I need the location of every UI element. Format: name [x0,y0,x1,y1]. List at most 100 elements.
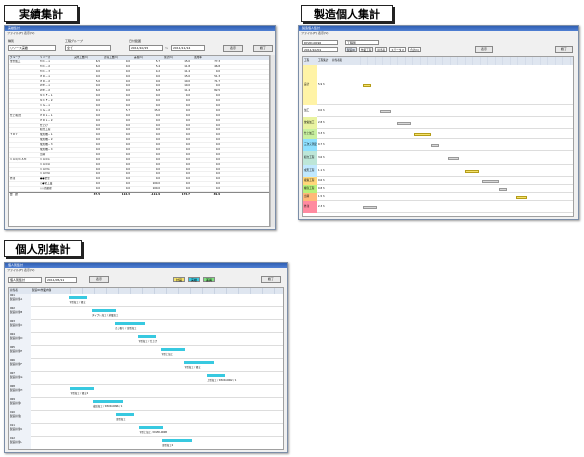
gantt-bar[interactable] [380,109,391,113]
legend: 製造ID 作業工程 担当者 ステータス 合計(h) [345,47,421,52]
table-cell: 0.0 [95,167,100,171]
gantt-bar[interactable] [465,169,479,173]
table-cell [9,143,39,147]
table-cell [9,187,39,191]
person-row: 008 製造担当H 下型加工 / 組立2 [9,385,283,398]
table-cell [9,163,39,167]
group-sum: 0.7 h [318,143,325,146]
code-select[interactable]: DIVID-0096 [302,40,338,45]
table-cell [9,70,39,74]
gantt-bar[interactable] [397,121,411,125]
table-cell: 0.0 [215,133,220,137]
close-button[interactable]: 終了 [555,46,573,53]
show-button[interactable]: 表示 [89,276,109,283]
gantt-bar[interactable] [482,179,499,183]
gantt-group-row: 検査工程 0.6 h [303,177,573,185]
table-cell: 0.0 [95,123,100,127]
actual-bar[interactable] [161,348,185,351]
show-button[interactable]: 表示 [223,45,243,52]
menu-bar[interactable]: ファイル(F) 表示(V) [5,31,275,35]
table-cell: ＮＣＦ－２ [40,99,53,103]
person-name: 001 製造担当A [9,294,31,307]
table-cell: 0.0 [155,123,160,127]
seizou-gantt: 工程 工程集計 担当者名 設計 5.9 h 加工 0.0 h 放電加工 2.8 h 仕上加工… [302,56,574,217]
table-cell: ＣＡＭ① [40,167,51,171]
proc-select[interactable]: 工程別 [345,40,379,45]
menu-bar[interactable]: ファイル(F) 表示(V) [299,31,578,35]
table-cell [9,182,39,186]
table-cell [9,89,39,93]
table-cell: 0.0 [185,99,190,103]
table-cell: 0.0 [185,138,190,142]
close-button[interactable]: 終了 [253,45,273,52]
group-name: 放電加工 [303,117,317,129]
show-button[interactable]: 表示 [475,46,493,53]
start-date-input[interactable]: 2011/10/01 [302,47,338,52]
table-cell: 0.0 [125,187,130,191]
date-label: 日付範囲 [129,39,142,43]
bar-label: 下型上加工 [161,353,173,356]
table-cell: 0.0 [125,89,130,93]
close-button[interactable]: 終了 [261,276,281,283]
table-cell: 0.0 [215,118,220,122]
table-cell: 0.0 [125,99,130,103]
date-input[interactable]: 2011/05/11 [45,277,77,283]
legend-item: 合計(h) [408,47,421,52]
actual-bar[interactable] [70,387,94,390]
gantt-bar[interactable] [431,143,439,147]
table-cell: 0.0 [155,177,160,181]
person-row: 007 製造担当G 上型加工 / DIVID-0002 / 1 [9,372,283,385]
actual-bar[interactable] [162,439,192,442]
type-select[interactable]: リソース実績 [8,45,56,51]
table-cell: 0.0 [185,167,190,171]
gantt-bar[interactable] [363,83,371,87]
table-cell: ＣＡＭ② [40,172,51,176]
table-cell: ＷＥ－２ [40,89,51,93]
actual-bar[interactable] [93,400,123,403]
table-cell: 0.0 [155,94,160,98]
table-cell: ●●金型 [40,177,50,181]
table-cell: ＣＧ－２ [40,108,51,112]
table-cell: 0.0 [95,118,100,122]
table-cell: 11.4 [184,89,190,93]
table-cell: 0.0 [185,108,190,112]
gantt-bar[interactable] [516,195,527,199]
table-cell: ○●化工業 [40,182,53,186]
menu-bar[interactable]: ファイル(F) 表示(V) [5,268,287,272]
group-select[interactable]: 全て [65,45,111,51]
legend-item: 作業工程 [358,47,374,52]
table-cell: 0.0 [125,128,130,132]
gantt-bar[interactable] [414,132,431,136]
actual-bar[interactable] [139,426,163,429]
type-select[interactable]: 個人別集計 [8,277,42,283]
gantt-bar[interactable] [448,156,459,160]
seizou-window: 製造個人集計 ファイル(F) 表示(V) DIVID-0096 工程別 2011… [298,25,579,220]
table-cell: 0.0 [215,123,220,127]
table-cell: 0.0 [185,104,190,108]
gantt-bar[interactable] [363,205,377,209]
table-cell: 77.3 [214,60,220,63]
table-cell: ◇◇熱処理 [40,187,52,191]
table-cell: 10.0 [184,84,190,88]
date-from-input[interactable]: 2011/10/15 [129,45,163,51]
table-cell: 0.0 [215,157,220,161]
actual-bar[interactable] [207,374,225,377]
actual-bar[interactable] [69,296,87,299]
gantt-bar[interactable] [499,187,507,191]
group-sum: 3.6 h [318,156,325,159]
table-cell: 0.0 [125,157,130,161]
scrollbar[interactable] [270,55,275,227]
table-cell: 0.0 [125,162,130,166]
total-row: 合 計 37.5 114.3 -111.9 174.7 49.9 [9,192,269,196]
person-row: 009 製造担当I 成形加工 / DIVID-0096 / 1 [9,398,283,411]
actual-bar[interactable] [138,335,156,338]
table-cell: 100.0 [152,182,160,186]
table-cell [9,84,39,88]
table-cell: 0.0 [95,104,100,108]
actual-bar[interactable] [92,309,116,312]
group-name: 梱包工程 [303,185,317,193]
actual-bar[interactable] [116,413,134,416]
actual-bar[interactable] [115,322,145,325]
date-to-input[interactable]: 2011/11/14 [171,45,205,51]
actual-bar[interactable] [184,361,214,364]
